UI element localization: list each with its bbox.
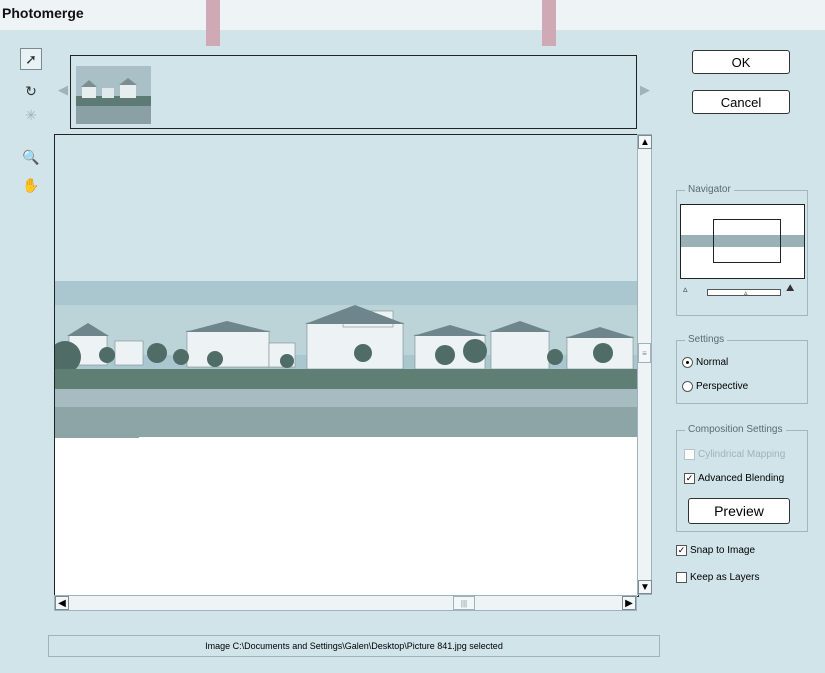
keep-as-layers-label: Keep as Layers <box>690 572 760 583</box>
zoom-slider-handle[interactable]: ▵ <box>744 289 748 297</box>
navigator-view-rectangle[interactable] <box>713 219 781 263</box>
snap-to-image-checkbox[interactable]: ✓ <box>676 545 687 556</box>
perspective-option[interactable]: Perspective <box>682 381 748 392</box>
snap-to-image-option[interactable]: ✓ Snap to Image <box>676 545 755 556</box>
scroll-left-button[interactable]: ◀ <box>55 596 69 610</box>
keep-as-layers-option[interactable]: Keep as Layers <box>676 572 760 583</box>
zoom-in-icon[interactable]: ⛰ <box>786 283 794 294</box>
preview-button[interactable]: Preview <box>688 498 790 524</box>
cylindrical-mapping-checkbox[interactable] <box>684 449 695 460</box>
window-title: Photomerge <box>2 5 84 21</box>
keep-as-layers-checkbox[interactable] <box>676 572 687 583</box>
photomerge-window: Photomerge ➚ ↻ ✳ 🔍 ✋ ◀ ▶ ▲ ≡ ▼ ◀ ||| ▶ I… <box>0 0 825 673</box>
navigator-panel: Navigator ▵ ▵ ⛰ <box>676 184 808 316</box>
lightbox-image-thumbnail[interactable] <box>76 66 151 124</box>
advanced-blending-checkbox[interactable]: ✓ <box>684 473 695 484</box>
thumbnail-picture <box>76 66 151 124</box>
hand-icon[interactable]: ✋ <box>20 174 42 196</box>
panorama-image <box>55 281 638 438</box>
normal-radio[interactable] <box>682 357 693 368</box>
select-arrow-icon[interactable]: ➚ <box>20 48 42 70</box>
navigator-zoom-control: ▵ ▵ ⛰ <box>683 283 803 297</box>
vertical-scroll-thumb[interactable]: ≡ <box>638 343 651 363</box>
decoration-left <box>206 0 220 46</box>
advanced-blending-label: Advanced Blending <box>698 473 785 484</box>
vanishing-point-icon[interactable]: ✳ <box>20 104 42 126</box>
rotate-icon[interactable]: ↻ <box>20 80 42 102</box>
cylindrical-mapping-label: Cylindrical Mapping <box>698 449 786 460</box>
cylindrical-mapping-option[interactable]: Cylindrical Mapping <box>684 449 785 460</box>
zoom-icon[interactable]: 🔍 <box>20 146 42 168</box>
cancel-button[interactable]: Cancel <box>692 90 790 114</box>
normal-label: Normal <box>696 357 729 368</box>
normal-option[interactable]: Normal <box>682 357 728 368</box>
zoom-slider[interactable]: ▵ <box>707 289 781 297</box>
scroll-right-button[interactable]: ▶ <box>622 596 636 610</box>
decoration-right <box>542 0 556 46</box>
title-bar: Photomerge <box>0 0 825 30</box>
composition-settings-label: Composition Settings <box>685 424 786 435</box>
scroll-up-button[interactable]: ▲ <box>638 135 652 149</box>
settings-label: Settings <box>685 334 728 345</box>
navigator-preview[interactable] <box>680 204 805 279</box>
ok-button[interactable]: OK <box>692 50 790 74</box>
navigator-label: Navigator <box>685 184 734 195</box>
lightbox-right-arrow-icon[interactable]: ▶ <box>640 82 650 98</box>
vertical-scrollbar[interactable]: ▲ ≡ ▼ <box>637 134 652 595</box>
status-bar: Image C:\Documents and Settings\Galen\De… <box>48 635 660 657</box>
perspective-radio[interactable] <box>682 381 693 392</box>
perspective-label: Perspective <box>696 381 749 392</box>
horizontal-scrollbar[interactable]: ◀ ||| ▶ <box>54 595 637 611</box>
scroll-down-button[interactable]: ▼ <box>638 580 652 594</box>
zoom-out-icon[interactable]: ▵ <box>683 284 688 295</box>
snap-to-image-label: Snap to Image <box>690 545 756 556</box>
lightbox <box>70 55 637 129</box>
advanced-blending-option[interactable]: ✓ Advanced Blending <box>684 473 784 484</box>
settings-panel: Settings Normal Perspective <box>676 334 808 404</box>
horizontal-scroll-thumb[interactable]: ||| <box>453 596 475 610</box>
lightbox-left-arrow-icon[interactable]: ◀ <box>58 82 68 98</box>
panorama-canvas[interactable] <box>54 134 639 597</box>
